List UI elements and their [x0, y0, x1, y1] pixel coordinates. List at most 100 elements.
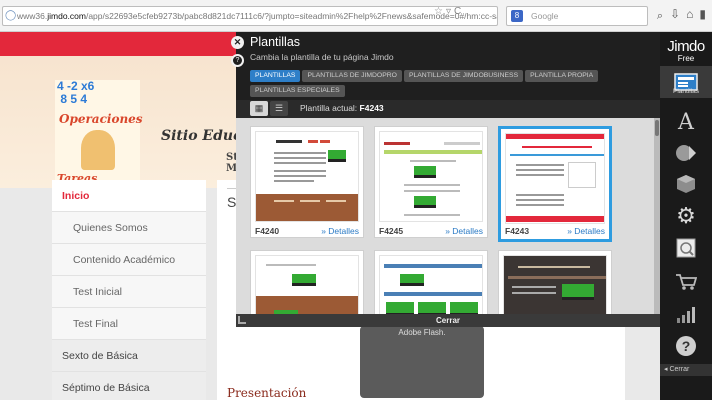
sidebar-item-fonts[interactable]: A [660, 106, 712, 138]
jimdo-plan: Free [677, 54, 695, 63]
tab-plantillas-especiales[interactable]: PLANTILLAS ESPECIALES [250, 85, 345, 97]
tab-plantillas[interactable]: PLANTILLAS [250, 70, 301, 82]
sidebar-item-help[interactable]: ? [660, 330, 712, 362]
template-card[interactable] [250, 250, 364, 314]
template-code: F4240 [255, 226, 280, 236]
template-card-f4245[interactable]: F4245 » Detalles [374, 126, 488, 238]
template-thumbnail [379, 131, 483, 222]
template-details-link[interactable]: » Detalles [567, 225, 605, 237]
current-template: Plantilla actual: F4243 [300, 103, 384, 113]
template-caption: F4243 » Detalles [501, 225, 609, 237]
template-card-f4240[interactable]: F4240 » Detalles [250, 126, 364, 238]
search-icon[interactable]: ⌕ [657, 7, 663, 25]
panel-close-label[interactable]: Cerrar [236, 314, 660, 327]
shop-cart-icon [672, 269, 700, 295]
nav-item-inicio[interactable]: Inicio [52, 180, 206, 212]
nav-item-septimo[interactable]: Séptimo de Básica [52, 372, 206, 400]
url-prefix: www36. [17, 11, 48, 21]
address-bar[interactable]: ◯ www36.jimdo.com/app/s22693e5cfeb9273b/… [2, 6, 498, 26]
address-bar-tools: ☆▿C [434, 6, 464, 17]
presentacion-heading: Presentación [227, 386, 307, 400]
help-icon: ? [672, 333, 700, 359]
reload-icon[interactable]: C [454, 6, 464, 17]
current-template-value: F4243 [359, 103, 384, 113]
browser-actions: ⇩⌂▮ [670, 7, 712, 21]
tab-plantilla-propia[interactable]: PLANTILLA PROPIA [525, 70, 599, 82]
nav-item-sexto[interactable]: Sexto de Básica [52, 340, 206, 372]
upgrade-bars-icon [672, 301, 700, 327]
site-top-bar [0, 32, 236, 56]
template-thumbnail [255, 255, 359, 314]
jimdo-sidebar: Jimdo Free Plantillas A ⚙ ? ◂ Cerrar [660, 32, 712, 400]
scrollbar-thumb[interactable] [655, 120, 659, 136]
settings-gear-icon: ⚙ [676, 203, 696, 228]
template-caption: F4240 » Detalles [251, 225, 363, 237]
sidebar-item-box[interactable] [660, 168, 712, 200]
nav-item-test-inicial[interactable]: Test Inicial [52, 276, 206, 308]
logo-numbers: 4 -2 x6 8 5 4 [57, 79, 95, 106]
list-view-button[interactable]: ☰ [270, 101, 288, 116]
jimdo-logo: Jimdo [667, 38, 705, 55]
flash-placeholder[interactable]: Adobe Flash. [360, 326, 484, 398]
home-icon[interactable]: ⌂ [686, 7, 699, 21]
site-navigation: Inicio Quienes Somos Contenido Académico… [52, 180, 206, 400]
svg-text:?: ? [682, 338, 691, 354]
template-code: F4243 [505, 226, 530, 236]
templates-panel: ✕ ? Plantillas Cambia la plantilla de tu… [231, 32, 660, 327]
sidebar-item-settings[interactable]: ⚙ [660, 200, 712, 232]
globe-icon: ◯ [5, 10, 17, 21]
sidebar-item-upgrade[interactable] [660, 298, 712, 330]
bookmark-star-icon[interactable]: ☆ [434, 6, 446, 17]
help-circle-icon[interactable]: ? [231, 54, 244, 67]
statistics-icon [672, 235, 700, 261]
template-grid: F4240 » Detalles F4245 » Detalles F4243 … [236, 118, 654, 314]
view-toolbar: ▦ ☰ Plantilla actual: F4243 [236, 100, 660, 118]
panel-close-bar[interactable]: Cerrar [236, 314, 660, 327]
template-thumbnail [255, 131, 359, 222]
grid-view-button[interactable]: ▦ [250, 101, 268, 116]
nav-item-quienes-somos[interactable]: Quienes Somos [52, 212, 206, 244]
box-icon [672, 171, 700, 197]
template-tabs: PLANTILLAS PLANTILLAS DE JIMDOPRO PLANTILL… [250, 70, 660, 100]
sidebar-item-shop[interactable] [660, 266, 712, 298]
flash-text: Adobe Flash. [398, 328, 446, 337]
close-icon[interactable]: ✕ [231, 36, 244, 49]
logo-kid-illustration [81, 130, 115, 170]
template-card-f4243[interactable]: F4243 » Detalles [498, 126, 612, 242]
template-caption: F4245 » Detalles [375, 225, 487, 237]
sidebar-item-plantillas[interactable]: Plantillas [660, 66, 712, 98]
current-template-label: Plantilla actual: [300, 103, 358, 113]
template-thumbnail [505, 133, 605, 224]
sidebar-close-button[interactable]: ◂ Cerrar [660, 364, 712, 376]
sidebar-close-label: Cerrar [669, 366, 690, 373]
download-icon[interactable]: ⇩ [670, 7, 686, 21]
url-domain: jimdo.com [47, 11, 86, 21]
template-thumbnail [503, 255, 607, 314]
template-code: F4245 [379, 226, 404, 236]
nav-item-test-final[interactable]: Test Final [52, 308, 206, 340]
dropdown-arrow-icon[interactable]: ▿ [446, 6, 454, 17]
sidebar-item-statistics[interactable] [660, 232, 712, 264]
site-header: 4 -2 x6 8 5 4 Operaciones Tareas Sitio E… [0, 56, 257, 190]
tab-jimdopro[interactable]: PLANTILLAS DE JIMDOPRO [302, 70, 402, 82]
site-logo[interactable]: 4 -2 x6 8 5 4 Operaciones Tareas [55, 79, 143, 190]
template-details-link[interactable]: » Detalles [321, 225, 359, 237]
background-icon [672, 139, 700, 165]
sidebar-item-background[interactable] [660, 136, 712, 168]
panel-subtitle: Cambia la plantilla de tu página Jimdo [250, 52, 394, 62]
browser-toolbar: ◯ www36.jimdo.com/app/s22693e5cfeb9273b/… [0, 0, 712, 32]
search-engine-icon[interactable]: 8 [511, 10, 523, 22]
panel-title: Plantillas [250, 35, 301, 49]
nav-item-contenido-academico[interactable]: Contenido Académico [52, 244, 206, 276]
template-card[interactable] [498, 250, 612, 314]
search-input[interactable]: 8 Google ⌕ [506, 6, 663, 26]
tab-jimdobusiness[interactable]: PLANTILLAS DE JIMDOBUSINESS [403, 70, 524, 82]
menu-icon[interactable]: ▮ [699, 7, 712, 21]
template-details-link[interactable]: » Detalles [445, 225, 483, 237]
template-card[interactable] [374, 250, 488, 314]
search-placeholder: Google [531, 11, 559, 21]
font-icon: A [678, 109, 694, 135]
template-thumbnail [379, 255, 483, 314]
logo-operaciones: Operaciones [59, 112, 143, 126]
sidebar-item-label: Plantillas [672, 88, 699, 95]
